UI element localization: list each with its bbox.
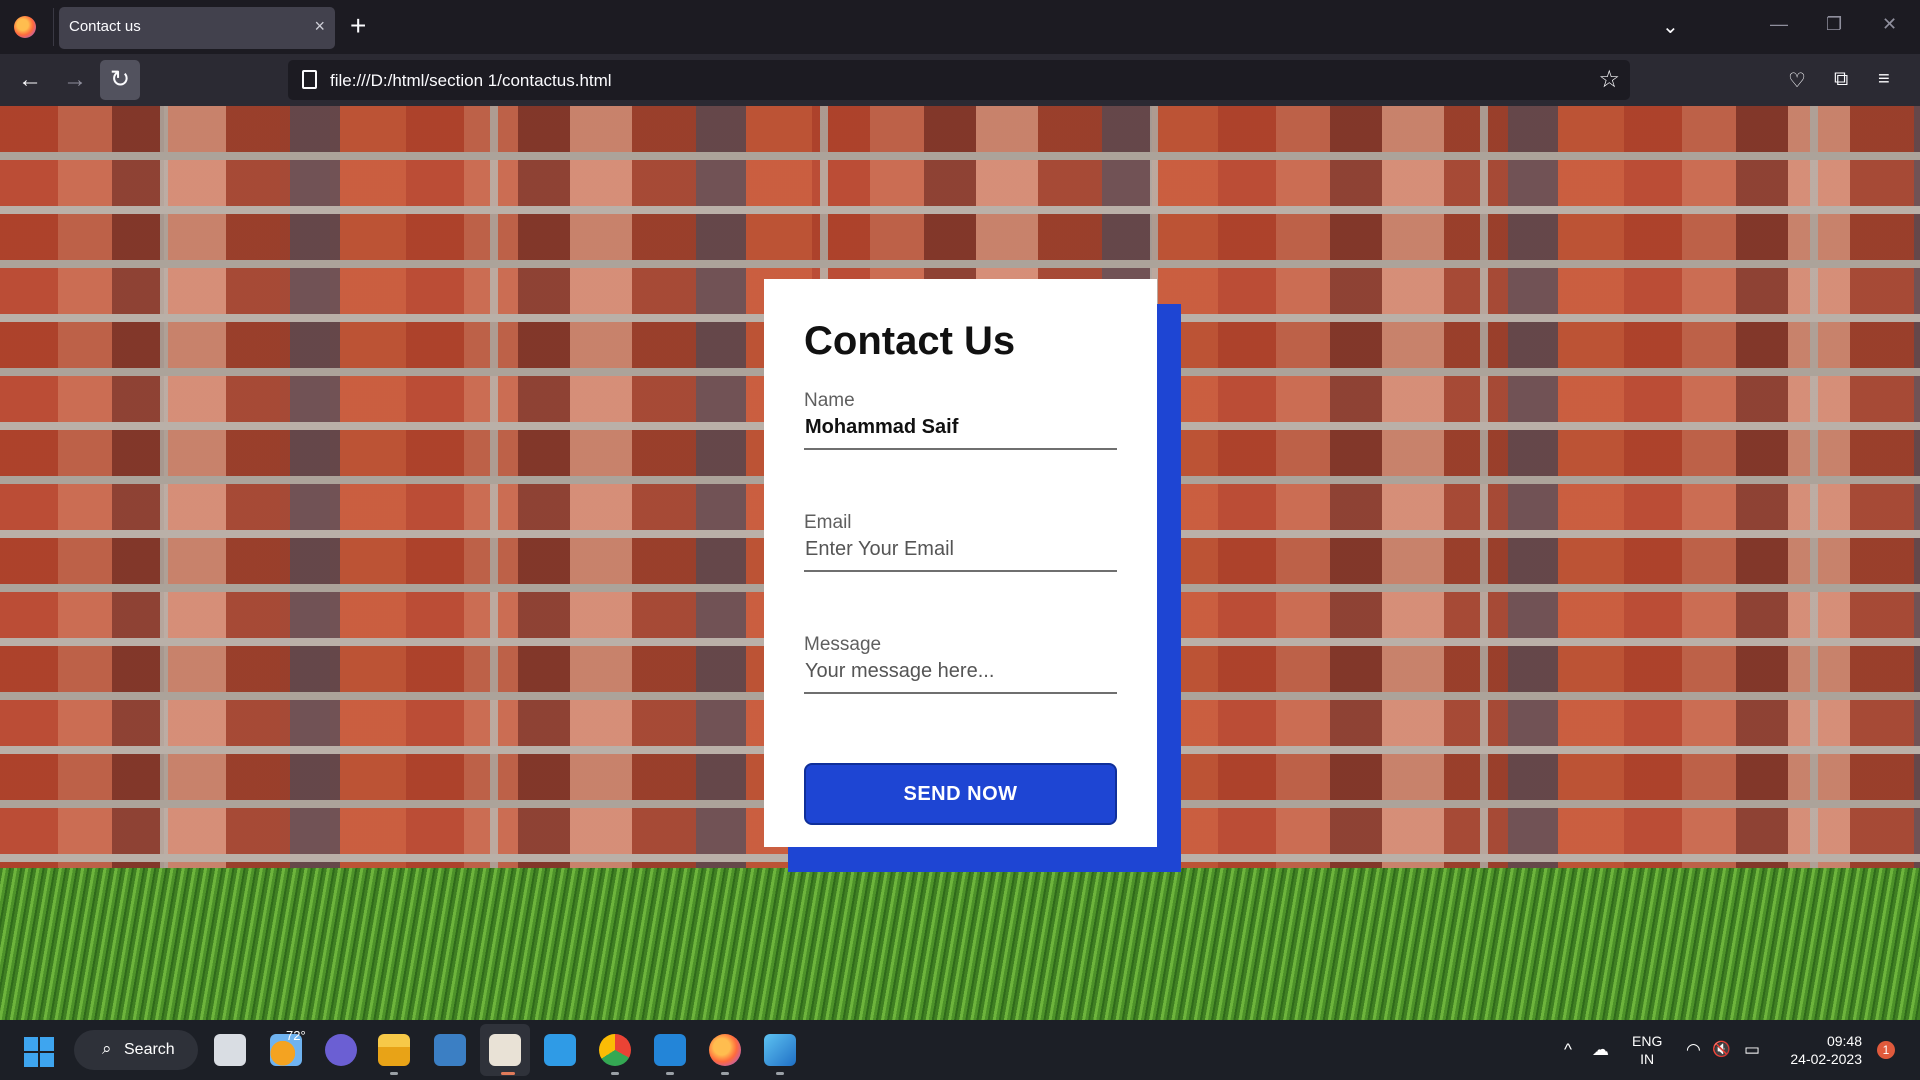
vscode-icon[interactable] [654,1034,686,1066]
extensions-icon[interactable]: ⧉ [1834,68,1848,91]
browser-tab-bar: Contact us × + ⌄ — ❐ ✕ [0,0,1920,54]
running-indicator [776,1072,784,1075]
system-clock[interactable]: 09:48 24-02-2023 [1782,1032,1862,1068]
firefox-logo-icon [14,16,36,38]
name-field[interactable]: Mohammad Saif [804,410,1117,450]
email-placeholder: Enter Your Email [805,538,954,560]
restore-window-button[interactable]: ❐ [1826,14,1842,35]
running-indicator [390,1072,398,1075]
page-viewport: Contact Us Name Mohammad Saif Email Ente… [0,106,1920,1020]
send-now-button[interactable]: SEND NOW [804,763,1117,825]
minimize-window-button[interactable]: — [1770,14,1788,35]
running-indicator [611,1072,619,1075]
windows-start-icon[interactable] [24,1037,54,1067]
onedrive-cloud-icon[interactable]: ☁ [1592,1040,1609,1060]
close-window-button[interactable]: ✕ [1882,14,1897,35]
task-view-icon[interactable] [214,1034,246,1066]
teams-chat-icon[interactable] [325,1034,357,1066]
wifi-icon[interactable]: ◠ [1686,1040,1701,1060]
divider [53,8,54,46]
hamburger-menu-icon[interactable]: ≡ [1878,68,1890,91]
notification-badge[interactable]: 1 [1877,1041,1895,1059]
snipping-tool-icon[interactable] [489,1034,521,1066]
navigation-toolbar: ← → ↻ file:///D:/html/section 1/contactu… [0,54,1920,106]
photos-icon[interactable] [764,1034,796,1066]
message-field[interactable]: Your message here... [804,654,1117,694]
page-title: Contact Us [804,319,1016,363]
app-window-icon[interactable] [434,1034,466,1066]
email-field[interactable]: Enter Your Email [804,532,1117,572]
bookmark-star-icon[interactable]: ☆ [1598,65,1620,94]
show-hidden-icons-chevron-icon[interactable]: ^ [1564,1040,1572,1060]
name-value: Mohammad Saif [805,416,959,438]
forward-button[interactable]: → [55,60,95,100]
language-line-2: IN [1640,1051,1655,1067]
pocket-icon[interactable]: ♡ [1788,68,1806,93]
chrome-icon[interactable] [599,1034,631,1066]
taskbar: ⌕ Search 72° ^ ☁ ENG IN ◠ 🔇 ▭ 09:48 24-0… [0,1020,1920,1080]
list-all-tabs-icon[interactable]: ⌄ [1662,14,1679,39]
tab-title: Contact us [69,18,141,35]
reload-button[interactable]: ↻ [100,60,140,100]
back-button[interactable]: ← [10,60,50,100]
clock-date: 24-02-2023 [1790,1051,1862,1067]
tab-contact-us[interactable]: Contact us × [59,7,335,49]
message-placeholder: Your message here... [805,660,995,682]
volume-muted-icon[interactable]: 🔇 [1712,1040,1731,1058]
page-icon [302,70,317,89]
running-indicator [721,1072,729,1075]
new-tab-button[interactable]: + [350,10,366,42]
url-text[interactable]: file:///D:/html/section 1/contactus.html [330,71,612,91]
address-bar[interactable]: file:///D:/html/section 1/contactus.html… [288,60,1630,100]
running-indicator [666,1072,674,1075]
language-line-1: ENG [1632,1033,1663,1049]
firefox-icon[interactable] [709,1034,741,1066]
battery-icon[interactable]: ▭ [1744,1040,1760,1060]
close-tab-icon[interactable]: × [314,16,325,37]
contact-form-card: Contact Us Name Mohammad Saif Email Ente… [764,279,1157,847]
clock-time: 09:48 [1826,1033,1862,1049]
notepad-icon[interactable] [544,1034,576,1066]
name-label: Name [804,390,855,411]
running-indicator [501,1072,515,1075]
email-label: Email [804,512,852,533]
language-indicator[interactable]: ENG IN [1632,1032,1662,1068]
message-label: Message [804,634,882,655]
file-explorer-icon[interactable] [378,1034,410,1066]
search-icon: ⌕ [102,1039,112,1058]
grass-background [0,868,1920,1020]
weather-temperature: 72° [286,1028,306,1043]
taskbar-search[interactable]: ⌕ Search [74,1030,198,1070]
search-label: Search [124,1041,175,1058]
